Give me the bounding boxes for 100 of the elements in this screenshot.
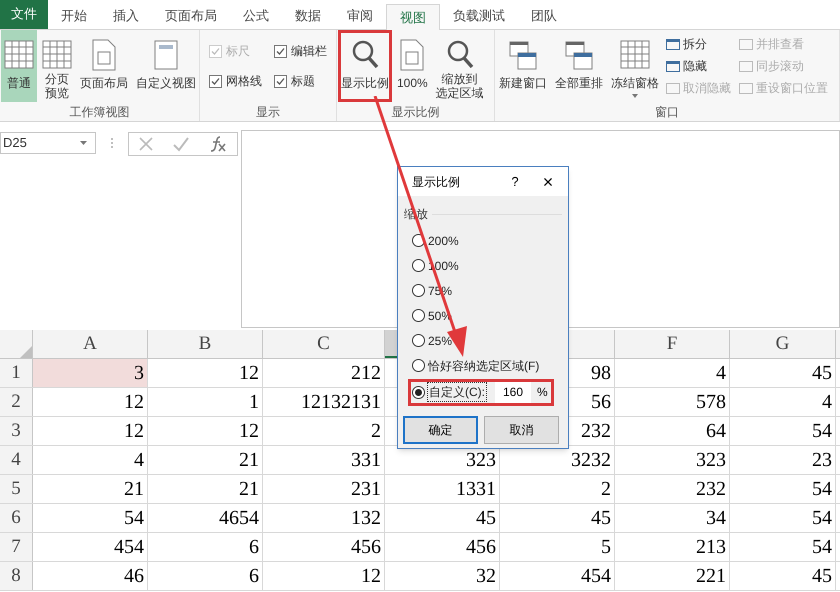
table-cell[interactable]: 34 [615,504,730,532]
ribbon-button[interactable]: 普通 [1,30,37,102]
name-box[interactable]: D25 [0,132,96,154]
radio-button[interactable] [412,284,425,297]
table-cell[interactable]: 32 [385,562,500,590]
ribbon-button[interactable]: 缩放到 选定区域 [432,30,487,102]
table-cell[interactable]: 12 [33,417,148,445]
column-header[interactable]: A [33,330,148,358]
table-cell[interactable]: 54 [730,504,836,532]
table-cell[interactable]: 45 [730,562,836,590]
file-tab[interactable]: 文件 [0,0,48,29]
table-cell[interactable]: 3 [33,359,148,387]
row-header[interactable]: 6 [0,504,33,532]
row-header[interactable]: 4 [0,446,33,474]
table-cell[interactable]: 21 [33,475,148,503]
row-header[interactable]: 7 [0,533,33,561]
table-cell[interactable]: 4 [33,446,148,474]
table-cell[interactable]: 221 [615,562,730,590]
table-cell[interactable]: 12 [148,359,263,387]
table-cell[interactable]: 12 [263,562,385,590]
checkbox[interactable]: 网格线 [209,72,262,90]
row-header[interactable]: 5 [0,475,33,503]
table-cell[interactable]: 456 [263,533,385,561]
ribbon-tab[interactable]: 团队 [518,3,570,29]
table-cell[interactable]: 46 [33,562,148,590]
radio-button[interactable] [412,386,425,398]
table-cell[interactable]: 331 [263,446,385,474]
table-cell[interactable]: 45 [385,504,500,532]
table-cell[interactable]: 212 [263,359,385,387]
table-cell[interactable]: 132 [263,504,385,532]
table-cell[interactable]: 454 [33,533,148,561]
ribbon-button[interactable]: 新建窗口 [496,30,550,102]
ribbon-button[interactable]: 显示比例 [338,30,392,102]
percent-input[interactable]: 160 [495,381,531,403]
table-cell[interactable]: 1 [148,388,263,416]
table-cell[interactable]: 213 [615,533,730,561]
dialog-button[interactable]: 确定 [403,416,478,444]
table-cell[interactable]: 21 [148,475,263,503]
ribbon-button[interactable]: 冻结窗格 [608,30,662,102]
table-cell[interactable]: 323 [615,446,730,474]
ribbon-tab[interactable]: 数据 [282,3,334,29]
ribbon-tab[interactable]: 审阅 [334,3,386,29]
table-cell[interactable]: 578 [615,388,730,416]
table-cell[interactable]: 2 [500,475,615,503]
ribbon-tab[interactable]: 开始 [48,3,100,29]
table-cell[interactable]: 456 [385,533,500,561]
table-cell[interactable]: 232 [615,475,730,503]
radio-button[interactable] [412,309,425,322]
column-header[interactable]: B [148,330,263,358]
checkbox[interactable]: 编辑栏 [274,42,327,60]
row-header[interactable]: 3 [0,417,33,445]
ribbon-button[interactable]: 分页 预览 [39,30,75,102]
table-cell[interactable]: 54 [730,533,836,561]
help-button[interactable]: ? [502,172,528,192]
ribbon-button[interactable]: 页面布局 [77,30,131,102]
table-cell[interactable]: 6 [148,562,263,590]
row-header[interactable]: 2 [0,388,33,416]
radio-button[interactable] [412,359,425,372]
table-cell[interactable]: 231 [263,475,385,503]
table-cell[interactable]: 23 [730,446,836,474]
ribbon-small-button[interactable]: 隐藏 [666,55,731,77]
checkmark-icon[interactable] [172,136,190,152]
table-cell[interactable]: 54 [730,475,836,503]
ribbon-tab[interactable]: 插入 [100,3,152,29]
table-cell[interactable]: 12 [148,417,263,445]
table-cell[interactable]: 45 [500,504,615,532]
table-cell[interactable]: 64 [615,417,730,445]
radio-button[interactable] [412,259,425,272]
ribbon-tab[interactable]: 视图 [386,4,440,30]
table-cell[interactable]: 4654 [148,504,263,532]
ribbon-small-button[interactable]: 拆分 [666,33,731,55]
row-header[interactable]: 8 [0,562,33,590]
ribbon-button[interactable]: 自定义视图 [133,30,199,102]
table-cell[interactable]: 2 [263,417,385,445]
option-label: 恰好容纳选定区域(F) [428,358,540,374]
ribbon-tab[interactable]: 页面布局 [152,3,230,29]
function-icon[interactable] [208,135,228,153]
table-cell[interactable]: 54 [33,504,148,532]
table-cell[interactable]: 45 [730,359,836,387]
column-header[interactable]: F [615,330,730,358]
table-cell[interactable]: 12 [33,388,148,416]
ribbon-tab[interactable]: 公式 [230,3,282,29]
ribbon-tab[interactable]: 负载测试 [440,3,518,29]
table-cell[interactable]: 12132131 [263,388,385,416]
table-cell[interactable]: 1331 [385,475,500,503]
table-cell[interactable]: 54 [730,417,836,445]
ribbon-button[interactable]: 100% [394,30,431,102]
table-cell[interactable]: 4 [730,388,836,416]
row-header[interactable]: 1 [0,359,33,387]
close-button[interactable]: × [528,172,568,190]
radio-button[interactable] [412,334,425,347]
column-header[interactable]: G [730,330,836,358]
table-cell[interactable]: 454 [500,562,615,590]
dialog-button[interactable]: 取消 [484,416,559,444]
table-cell[interactable]: 6 [148,533,263,561]
table-cell[interactable]: 5 [500,533,615,561]
table-cell[interactable]: 21 [148,446,263,474]
ribbon-button[interactable]: 全部重排 [552,30,606,102]
checkbox[interactable]: 标题 [274,72,327,90]
table-cell[interactable]: 4 [615,359,730,387]
